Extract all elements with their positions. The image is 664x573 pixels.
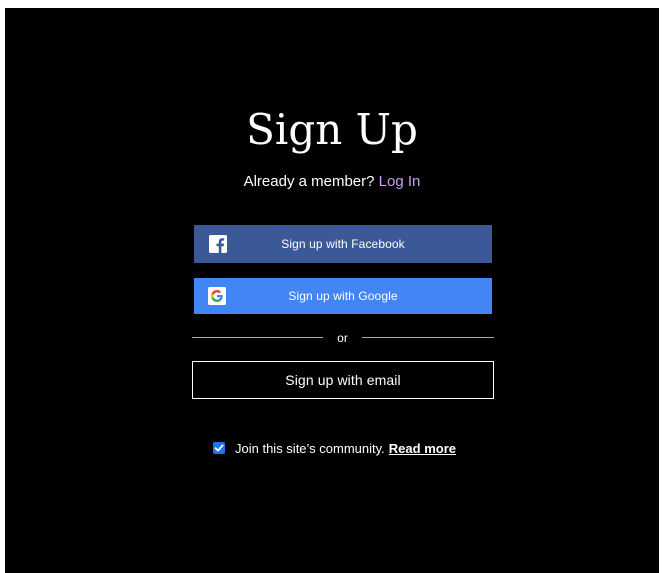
google-signup-button[interactable]: Sign up with Google [194,278,492,314]
facebook-signup-label: Sign up with Facebook [281,237,405,251]
or-separator-text: or [337,331,348,345]
page-title: Sign Up [246,105,418,154]
email-signup-label: Sign up with email [285,372,401,388]
signup-dialog: Sign Up Already a member? Log In Sign up… [5,8,659,573]
facebook-signup-button[interactable]: Sign up with Facebook [194,225,492,263]
member-prompt-row: Already a member? Log In [5,172,659,192]
divider-left-line [192,337,323,338]
community-label: Join this site’s community. [235,440,385,456]
divider-right-line [362,337,494,338]
email-signup-button[interactable]: Sign up with email [192,361,494,399]
community-consent-row: Join this site’s community. Read more [213,438,456,458]
login-link[interactable]: Log In [379,173,421,190]
member-prompt-text: Already a member? [243,173,375,190]
community-checkbox[interactable] [213,442,225,454]
google-signup-label: Sign up with Google [288,289,398,303]
read-more-link[interactable]: Read more [389,441,456,456]
